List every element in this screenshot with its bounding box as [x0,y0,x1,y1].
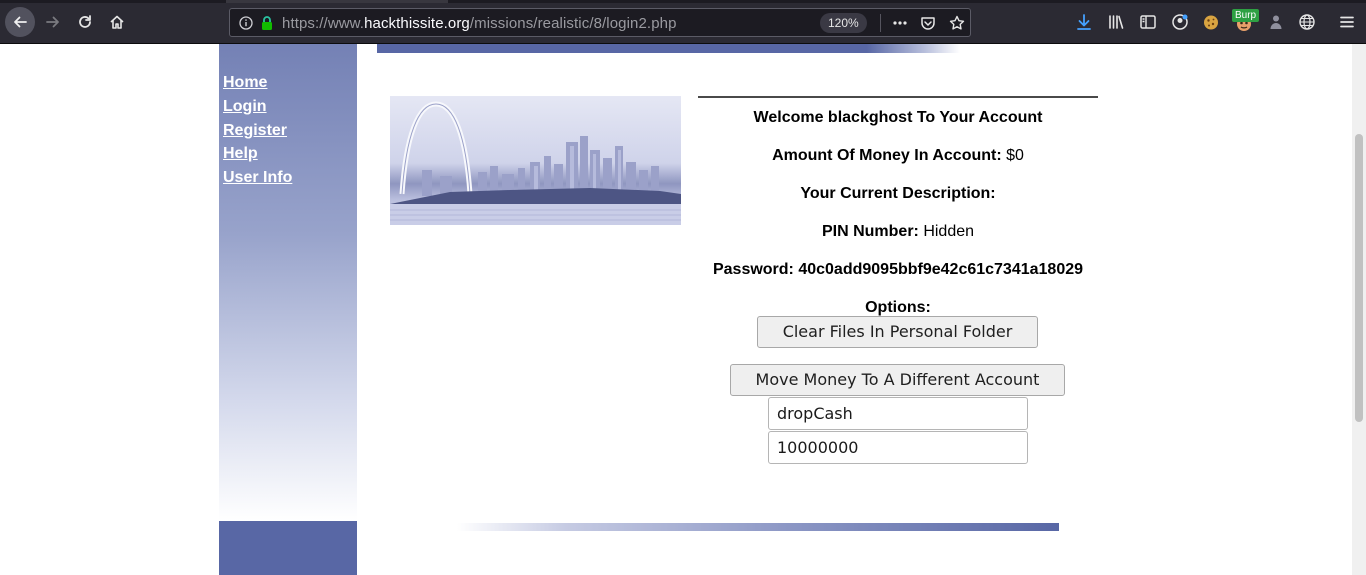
tab-strip [0,0,1366,3]
info-icon[interactable] [239,16,253,30]
pin-row: PIN Number: Hidden [698,223,1098,261]
register-link[interactable]: Register [223,122,287,139]
reload-icon [79,15,91,28]
url-prefix: https://www. [282,15,365,32]
city-skyline-banner [390,96,681,225]
sidebar-footer [219,521,357,575]
more-actions-icon[interactable] [892,15,908,31]
url-divider [880,14,881,32]
help-link[interactable]: Help [223,145,258,162]
url-host: hackthissite.org [364,15,470,32]
sidebar-item-register: Register [223,122,292,146]
burp-badge: Burp [1232,9,1260,22]
description-label: Your Current Description: [800,185,996,202]
sidebar-toggle-icon[interactable] [1139,13,1157,31]
login-link[interactable]: Login [223,98,267,115]
active-tab[interactable] [226,0,448,3]
sidebar-item-help: Help [223,145,292,169]
bookmark-star-icon[interactable] [949,15,965,31]
reload-button[interactable] [71,8,99,36]
sidebar-item-user-info: User Info [223,169,292,193]
arrow-left-icon [14,16,27,28]
forward-button[interactable] [39,8,67,36]
divider-line [698,96,1098,98]
money-row: Amount Of Money In Account: $0 [698,147,1098,185]
account-icon[interactable] [1171,13,1189,31]
destination-account-field[interactable]: dropCash [768,397,1028,430]
description-row: Your Current Description: [698,185,1098,223]
pin-label: PIN Number: [821,223,919,240]
lock-icon[interactable] [260,15,274,31]
zoom-level-badge[interactable]: 120% [820,13,867,33]
menu-hamburger-icon[interactable] [1338,13,1356,31]
pocket-icon[interactable] [920,15,936,31]
password-value: 40c0add9095bbf9e42c61c7341a18029 [793,261,1084,278]
vertical-scrollbar[interactable] [1352,44,1366,575]
welcome-message: Welcome blackghost To Your Account [698,109,1098,147]
browser-toolbar: https://www.hackthissite.org/missions/re… [0,0,1366,44]
arrow-right-icon [46,16,59,28]
url-path: /missions/realistic/8/login2.php [469,15,677,32]
clear-files-button[interactable]: Clear Files In Personal Folder [757,316,1038,348]
back-button[interactable] [5,7,35,37]
password-label: Password: [712,261,794,278]
amount-field[interactable]: 10000000 [768,431,1028,464]
globe-icon[interactable] [1298,13,1316,31]
money-label: Amount Of Money In Account: [772,147,1002,164]
footer-gradient-bar [457,523,1059,531]
sidebar-nav: Home Login Register Help User Info [223,74,292,193]
home-button[interactable] [103,8,131,36]
header-gradient-bar [377,44,960,53]
address-bar[interactable]: https://www.hackthissite.org/missions/re… [229,8,971,37]
library-icon[interactable] [1107,13,1125,31]
account-panel: Welcome blackghost To Your Account Amoun… [698,96,1098,337]
sidebar-item-home: Home [223,74,292,98]
user-info-link[interactable]: User Info [223,169,292,186]
download-icon[interactable] [1075,13,1093,31]
incognito-extension-icon[interactable] [1267,13,1285,31]
move-money-button[interactable]: Move Money To A Different Account [730,364,1065,396]
pin-value: Hidden [918,223,975,240]
url-text[interactable]: https://www.hackthissite.org/missions/re… [282,15,677,32]
skyline-image [390,101,681,225]
money-value: $0 [1001,147,1024,164]
password-row: Password: 40c0add9095bbf9e42c61c7341a180… [698,261,1098,299]
welcome-text: Welcome blackghost To Your Account [753,109,1043,126]
sidebar-item-login: Login [223,98,292,122]
options-label: Options: [865,299,931,316]
cookie-icon[interactable] [1202,13,1220,31]
page-content: Home Login Register Help User Info Welco… [0,44,1366,575]
home-icon [110,15,124,29]
home-link[interactable]: Home [223,74,267,91]
scrollbar-thumb[interactable] [1355,134,1363,422]
